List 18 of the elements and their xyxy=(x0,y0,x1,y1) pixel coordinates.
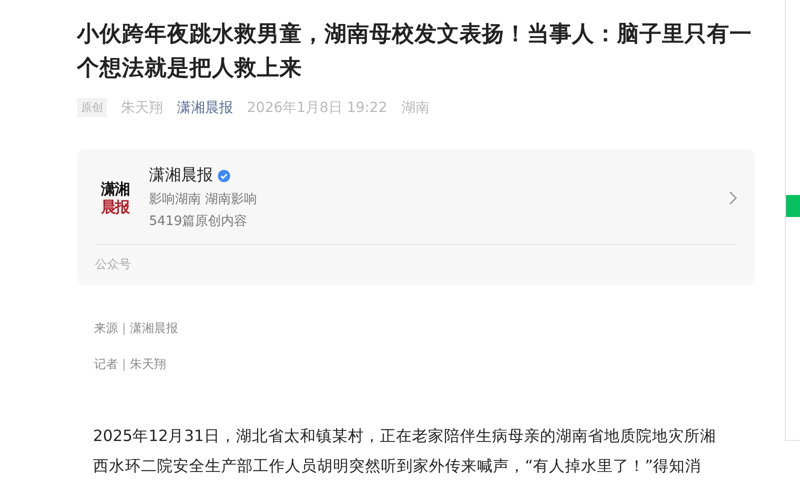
article-title: 小伙跨年夜跳水救男童，湖南母校发文表扬！当事人：脑子里只有一个想法就是把人救上来 xyxy=(77,20,753,83)
account-card[interactable]: 潇湘 晨报 潇湘晨报 影响湖南 湖南影响 5419篇原创内容 公众号 xyxy=(77,149,755,285)
side-tab[interactable] xyxy=(786,195,800,217)
author-name: 朱天翔 xyxy=(121,98,163,116)
credit-line: 来源｜潇湘晨报 xyxy=(94,320,179,337)
body-text: 2025年12月31日，湖北省太和镇某村，正在老家陪伴生病母亲的湖南省地质院地灾所湘 xyxy=(93,426,717,447)
account-slogan: 影响湖南 湖南影响 xyxy=(149,191,258,208)
publish-date: 2026年1月8日 19:22 xyxy=(247,98,388,116)
credit-line: 记者｜朱天翔 xyxy=(94,356,167,373)
card-footer-label: 公众号 xyxy=(95,257,131,271)
body-text: 西水环二院安全生产部工作人员胡明突然听到家外传来喊声，“有人掉水里了！”得知消 xyxy=(93,456,702,477)
article-count: 5419篇原创内容 xyxy=(149,213,248,230)
original-tag: 原创 xyxy=(77,98,107,117)
account-link[interactable]: 潇湘晨报 xyxy=(177,98,233,116)
chevron-icon xyxy=(729,190,737,204)
account-logo: 潇湘 晨报 xyxy=(100,180,131,216)
location-text: 湖南 xyxy=(401,98,430,116)
account-name: 潇湘晨报 xyxy=(149,165,213,186)
